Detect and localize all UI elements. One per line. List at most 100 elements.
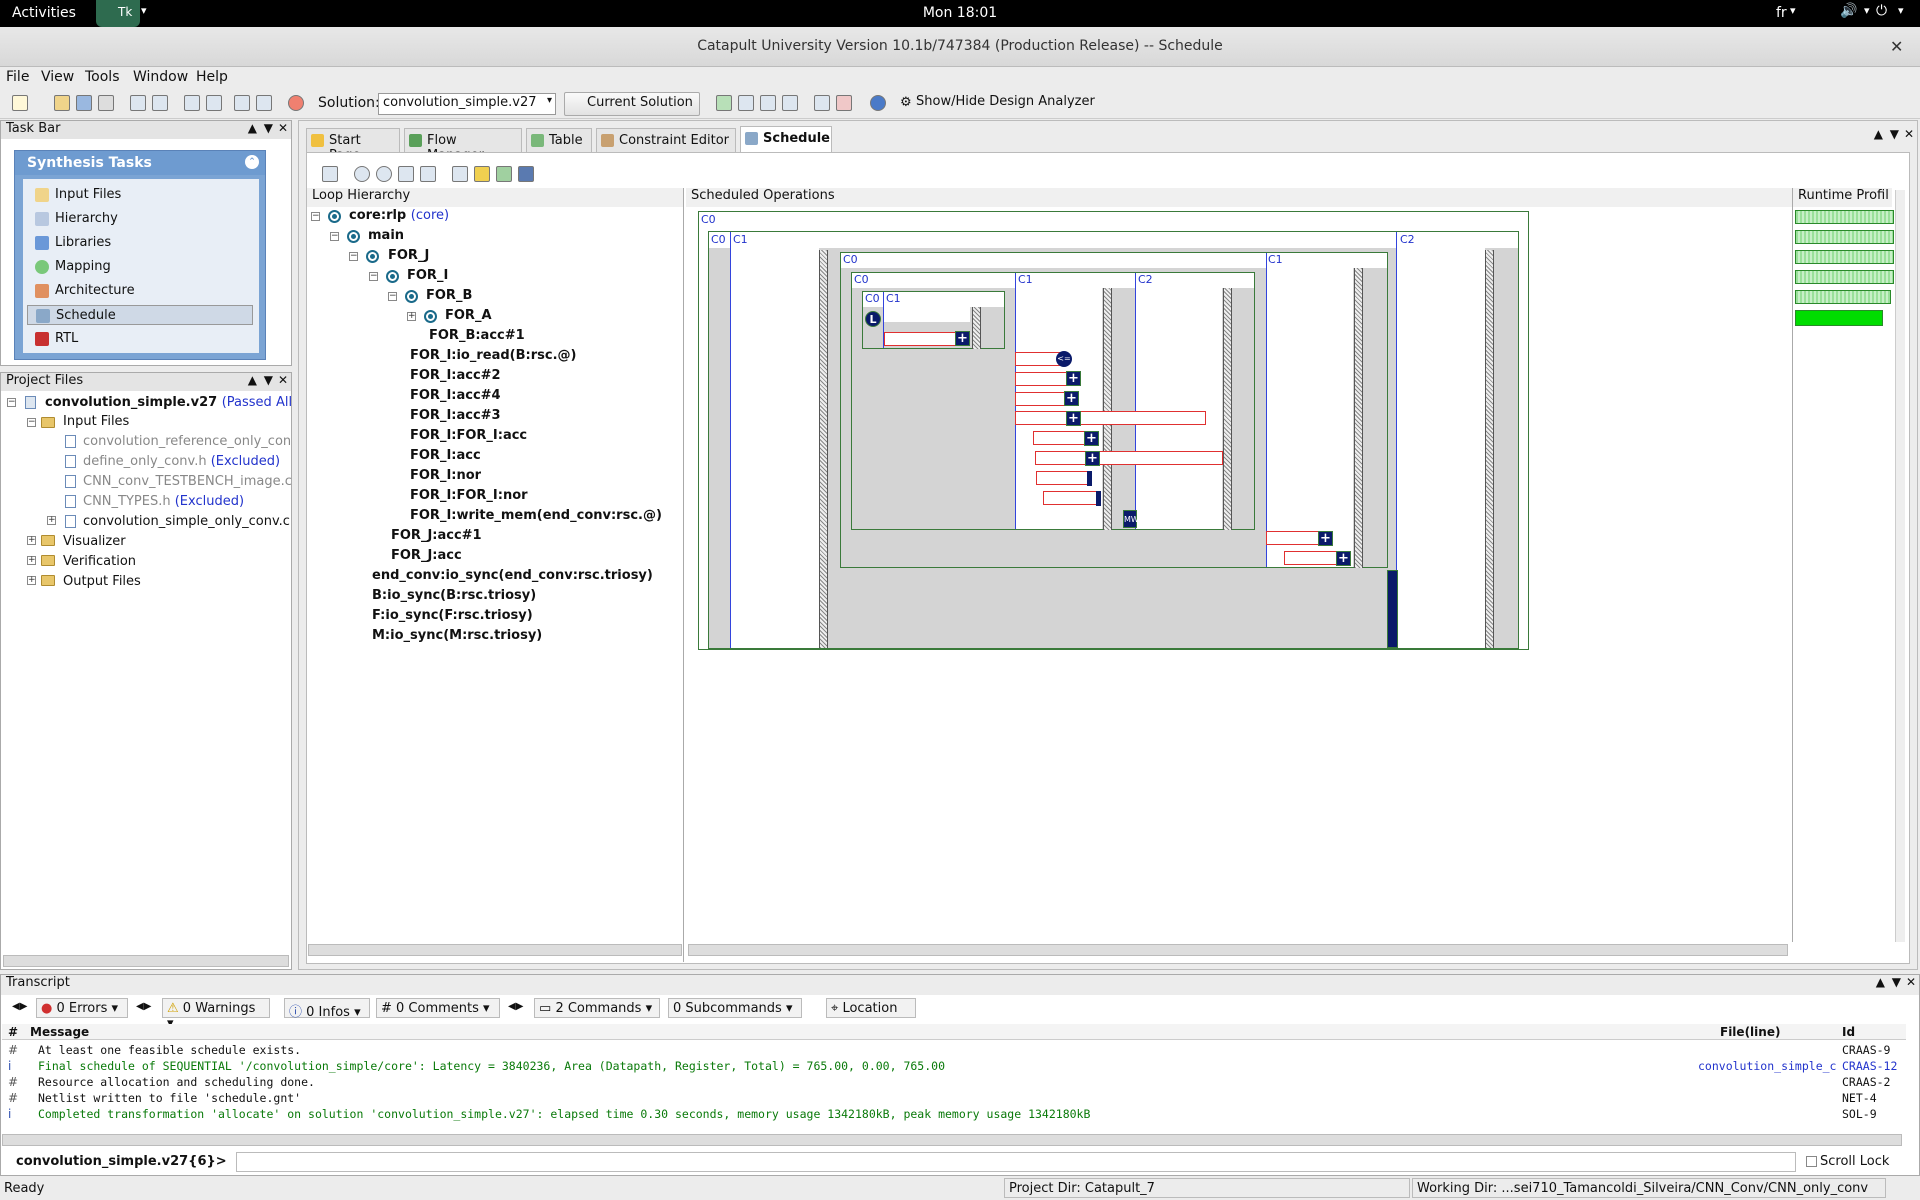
tree-op[interactable]: FOR_I:FOR_I:acc [410, 428, 527, 443]
forward-icon[interactable] [206, 95, 222, 111]
collapse-toggle[interactable]: − [311, 212, 320, 221]
file-line-column[interactable]: File(line) [1720, 1025, 1780, 1039]
tab-flow-manager[interactable]: Flow Manager [404, 128, 522, 163]
tree-op[interactable]: B:io_sync(B:rsc.triosy) [372, 588, 536, 603]
horizontal-scrollbar[interactable] [308, 944, 682, 956]
task-input-files[interactable]: Input Files [27, 185, 253, 205]
menu-icon[interactable]: ▼ [264, 373, 273, 387]
output-files-folder[interactable]: Output Files [63, 574, 141, 589]
menu-help[interactable]: Help [196, 69, 228, 85]
tree-for-b[interactable]: FOR_B [426, 288, 472, 303]
filter-icon[interactable] [474, 166, 490, 182]
write-mem-icon[interactable]: MW [1123, 510, 1139, 528]
add-op-icon[interactable]: + [1336, 551, 1351, 566]
tab-table[interactable]: Table [526, 128, 592, 152]
float-icon[interactable]: ▲ [1876, 975, 1885, 989]
tools-icon[interactable] [738, 95, 754, 111]
project-file[interactable]: convolution_reference_only_con [83, 434, 291, 449]
open-folder-icon[interactable] [54, 95, 70, 111]
add-op-icon[interactable]: + [1318, 531, 1333, 546]
tree-for-i[interactable]: FOR_I [407, 268, 448, 283]
tree-op[interactable]: FOR_I:write_mem(end_conv:rsc.@) [410, 508, 662, 523]
menu-file[interactable]: File [6, 69, 29, 85]
find-replace-icon[interactable] [152, 95, 168, 111]
location-button[interactable]: ⌖ Location [826, 998, 916, 1018]
op-bar[interactable] [1033, 431, 1085, 445]
solution-select[interactable]: convolution_simple.v27 ▾ [378, 93, 556, 115]
synthesis-tasks-header[interactable]: Synthesis Tasks ⌃ [15, 151, 265, 175]
tree-op[interactable]: F:io_sync(F:rsc.triosy) [372, 608, 533, 623]
input-files-folder[interactable]: Input Files [63, 414, 129, 429]
horizontal-scrollbar[interactable] [688, 944, 1788, 956]
float-icon[interactable]: ▲ [1874, 127, 1883, 141]
project-file[interactable]: CNN_TYPES.h (Excluded) [83, 494, 244, 509]
edit-icon[interactable] [322, 166, 338, 182]
task-architecture[interactable]: Architecture [27, 281, 253, 301]
op-bar[interactable] [1015, 372, 1067, 386]
nor-op-icon[interactable] [1096, 491, 1101, 506]
id-column[interactable]: Id [1842, 1025, 1855, 1039]
tree-op[interactable]: FOR_B:acc#1 [429, 328, 525, 343]
collapse-toggle[interactable]: − [27, 418, 36, 427]
op-bar[interactable] [1036, 471, 1088, 485]
volume-icon[interactable]: 🔊 [1840, 3, 1857, 19]
collapse-toggle[interactable]: − [330, 232, 339, 241]
menu-window[interactable]: Window [133, 69, 188, 85]
tree-for-j[interactable]: FOR_J [388, 248, 429, 263]
op-bar[interactable] [1266, 531, 1320, 545]
close-icon[interactable]: ✕ [278, 373, 288, 387]
commands-filter[interactable]: ▭ 2 Commands ▾ [534, 998, 660, 1018]
power-icon[interactable]: ⏻ [1876, 3, 1887, 19]
print-icon[interactable] [98, 95, 114, 111]
nav-arrows-icon[interactable]: ◀▶ [136, 1001, 151, 1012]
back-icon[interactable] [184, 95, 200, 111]
collapse-toggle[interactable]: − [369, 272, 378, 281]
task-rtl[interactable]: RTL [27, 329, 253, 349]
task-libraries[interactable]: Libraries [27, 233, 253, 253]
close-icon[interactable]: ✕ [1906, 975, 1916, 989]
nav-arrows-icon[interactable]: ◀▶ [508, 1001, 523, 1012]
nor-op-icon[interactable] [1087, 471, 1092, 486]
add-op-icon[interactable]: + [1066, 411, 1081, 426]
tree-op[interactable]: FOR_I:acc [410, 448, 481, 463]
warnings-filter[interactable]: ⚠ 0 Warnings ▾ [162, 998, 270, 1031]
command-input[interactable] [236, 1152, 1796, 1172]
vertical-scrollbar[interactable] [1895, 190, 1905, 942]
menu-icon[interactable]: ▼ [264, 121, 273, 135]
zoom-fit-icon[interactable] [398, 166, 414, 182]
project-file[interactable]: CNN_conv_TESTBENCH_image.c [83, 474, 292, 489]
tree-op[interactable]: FOR_I:acc#4 [410, 388, 501, 403]
expand-toggle[interactable]: + [27, 556, 36, 565]
project-root[interactable]: convolution_simple.v27 (Passed All [45, 395, 292, 410]
tree-core[interactable]: core:rlp (core) [349, 208, 449, 223]
close-icon[interactable]: ✕ [1904, 127, 1914, 141]
terminal-icon[interactable] [782, 95, 798, 111]
add-op-icon[interactable]: + [1066, 371, 1081, 386]
close-window-icon[interactable]: ✕ [1890, 37, 1903, 56]
current-solution-button[interactable]: Current Solution [564, 92, 700, 116]
horizontal-scrollbar[interactable] [2, 1134, 1902, 1146]
menu-icon[interactable]: ▼ [1890, 127, 1899, 141]
menu-icon[interactable]: ▼ [1892, 975, 1901, 989]
zoom-in-icon[interactable] [354, 166, 370, 182]
layout-icon[interactable] [518, 166, 534, 182]
op-bar[interactable] [1015, 392, 1065, 406]
tab-schedule[interactable]: Schedule [740, 126, 832, 152]
errors-filter[interactable]: ● 0 Errors ▾ [36, 998, 128, 1018]
collapse-toggle[interactable]: − [388, 292, 397, 301]
visualizer-folder[interactable]: Visualizer [63, 534, 126, 549]
add-op-icon[interactable]: + [1085, 451, 1100, 466]
scroll-lock-checkbox[interactable] [1806, 1156, 1817, 1167]
expand-all-icon[interactable] [452, 166, 468, 182]
message-column[interactable]: Message [30, 1025, 89, 1039]
file-link[interactable]: convolution_simple_c [1698, 1059, 1836, 1073]
highlight-icon[interactable] [496, 166, 512, 182]
tree-op[interactable]: end_conv:io_sync(end_conv:rsc.triosy) [372, 568, 653, 583]
op-bar[interactable] [1035, 451, 1223, 465]
expand-toggle[interactable]: + [47, 516, 56, 525]
loop-start-icon[interactable]: L [865, 311, 881, 327]
stop-icon[interactable] [288, 95, 304, 111]
project-file[interactable]: convolution_simple_only_conv.c [83, 514, 290, 529]
expand-toggle[interactable]: + [27, 536, 36, 545]
add-op-icon[interactable]: + [955, 331, 970, 346]
